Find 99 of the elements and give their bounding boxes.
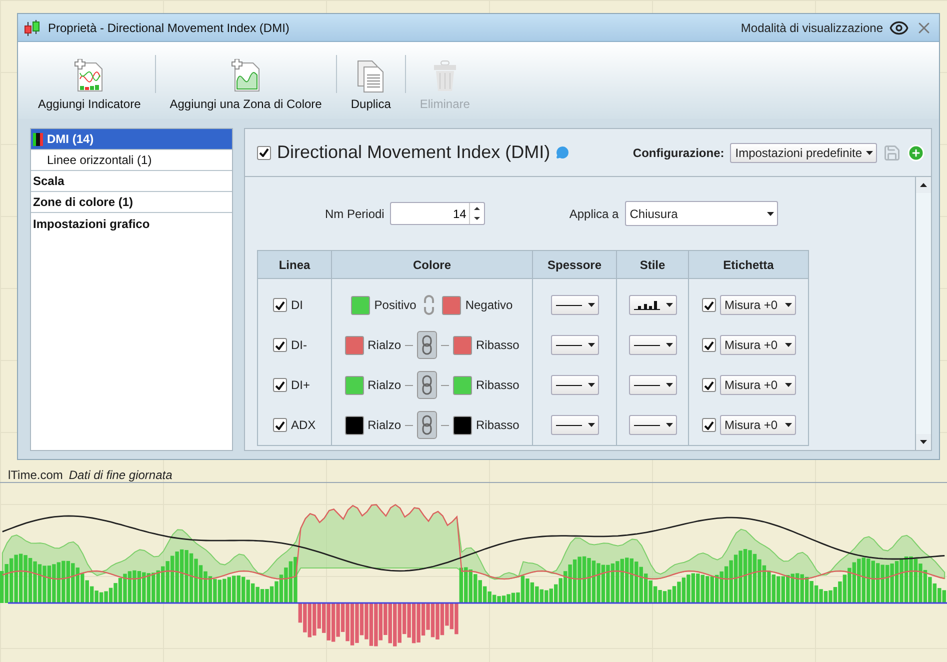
line-icon	[556, 424, 582, 426]
color-label: Negativo	[465, 298, 513, 312]
color-swatch[interactable]	[442, 296, 462, 314]
caret-icon	[666, 423, 672, 427]
spin-down-icon[interactable]	[474, 217, 480, 220]
line-style-select[interactable]	[628, 295, 676, 315]
line-width-select[interactable]	[550, 295, 598, 315]
column-header: Etichetta	[688, 250, 808, 278]
caret-icon	[784, 423, 792, 427]
checkbox[interactable]	[273, 338, 287, 352]
line-style-select[interactable]	[628, 415, 676, 435]
column-header: Linea	[258, 250, 332, 278]
caret-icon	[588, 343, 594, 347]
periods-field[interactable]: 14	[390, 202, 486, 225]
chain-icon	[422, 335, 432, 355]
color-label: Ribasso	[476, 418, 520, 432]
caret-icon	[784, 343, 792, 347]
line-icon	[634, 344, 660, 346]
checkbox[interactable]	[257, 146, 271, 160]
chain-link-button[interactable]	[417, 331, 437, 359]
caret-icon	[784, 303, 792, 307]
line-name: DI	[291, 298, 303, 312]
color-label: Ribasso	[476, 338, 520, 352]
color-label: Rialzo	[368, 338, 401, 352]
candlestick-icon	[24, 20, 42, 36]
color-swatch[interactable]	[344, 376, 364, 394]
toolbar-button[interactable]: Duplica	[346, 59, 395, 111]
column-header: Stile	[616, 250, 688, 278]
checkbox[interactable]	[273, 418, 287, 432]
chain-link-button[interactable]	[417, 371, 437, 399]
color-label: Ribasso	[476, 378, 520, 392]
color-swatch[interactable]	[453, 376, 472, 394]
line-width-select[interactable]	[550, 335, 598, 355]
chain-link-button[interactable]	[417, 411, 437, 439]
configuration-select[interactable]: Impostazioni predefinite	[730, 142, 877, 162]
scrollbar[interactable]	[915, 177, 931, 450]
line-icon	[556, 304, 582, 306]
caret-icon	[866, 150, 873, 154]
line-icon	[556, 344, 582, 346]
data-source: lTime.com	[8, 468, 63, 482]
toolbar-button[interactable]: Aggiungi Indicatore	[34, 59, 145, 111]
caret-icon	[588, 383, 594, 387]
checkbox[interactable]	[273, 298, 287, 312]
line-width-select[interactable]	[550, 415, 598, 435]
line-name: DI-	[291, 338, 307, 352]
caret-icon	[666, 343, 672, 347]
caret-icon	[588, 303, 594, 307]
label-select[interactable]: Misura +0	[720, 415, 796, 435]
column-header: Colore	[332, 250, 532, 278]
line-name: ADX	[291, 418, 316, 432]
scroll-down-icon[interactable]	[920, 440, 927, 444]
view-mode-label: Modalità di visualizzazione	[740, 20, 883, 34]
checkbox[interactable]	[702, 338, 716, 352]
line-icon	[634, 424, 660, 426]
histogram-icon	[634, 300, 660, 310]
label-select[interactable]: Misura +0	[720, 375, 796, 395]
caret-icon	[666, 383, 672, 387]
checkbox[interactable]	[702, 298, 716, 312]
configuration-label: Configurazione:	[632, 146, 724, 160]
toolbar-button[interactable]: Aggiungi una Zona di Colore	[166, 59, 326, 111]
checkbox[interactable]	[273, 378, 287, 392]
apply-to-select[interactable]: Chiusura	[624, 201, 778, 226]
window-title: Proprietà - Directional Movement Index (DMI)	[48, 20, 290, 34]
line-style-select[interactable]	[628, 375, 676, 395]
label-select[interactable]: Misura +0	[720, 295, 796, 315]
caret-icon	[766, 212, 774, 216]
checkbox[interactable]	[702, 418, 716, 432]
column-header: Spessore	[532, 250, 616, 278]
line-icon	[556, 384, 582, 386]
broken-chain-icon	[424, 295, 434, 315]
checkbox[interactable]	[702, 378, 716, 392]
tree-item[interactable]: DMI (14)	[31, 129, 232, 150]
chain-icon	[422, 375, 432, 395]
line-icon	[634, 384, 660, 386]
label-select[interactable]: Misura +0	[720, 335, 796, 355]
scroll-up-icon[interactable]	[920, 183, 927, 187]
color-swatch[interactable]	[453, 416, 472, 434]
line-style-select[interactable]	[628, 335, 676, 355]
color-swatch[interactable]	[453, 336, 472, 354]
chain-icon	[422, 415, 432, 435]
line-name: DI+	[291, 378, 310, 392]
flag-icon	[33, 132, 43, 146]
spin-up-icon[interactable]	[474, 206, 480, 210]
apply-to-label: Applica a	[569, 206, 619, 220]
color-label: Rialzo	[368, 418, 401, 432]
indicator-title: Directional Movement Index (DMI)	[277, 142, 550, 163]
caret-icon	[784, 383, 792, 387]
add-icon[interactable]	[907, 144, 925, 162]
color-swatch[interactable]	[344, 336, 364, 354]
color-label: Rialzo	[368, 378, 401, 392]
caret-icon	[666, 303, 672, 307]
color-swatch[interactable]	[351, 296, 370, 314]
color-swatch[interactable]	[344, 416, 364, 434]
periods-input[interactable]: 14	[391, 203, 470, 224]
line-width-select[interactable]	[550, 375, 598, 395]
caret-icon	[588, 423, 594, 427]
data-note: Dati di fine giornata	[68, 468, 172, 482]
periods-label: Nm Periodi	[325, 206, 384, 220]
color-label: Positivo	[374, 298, 416, 312]
